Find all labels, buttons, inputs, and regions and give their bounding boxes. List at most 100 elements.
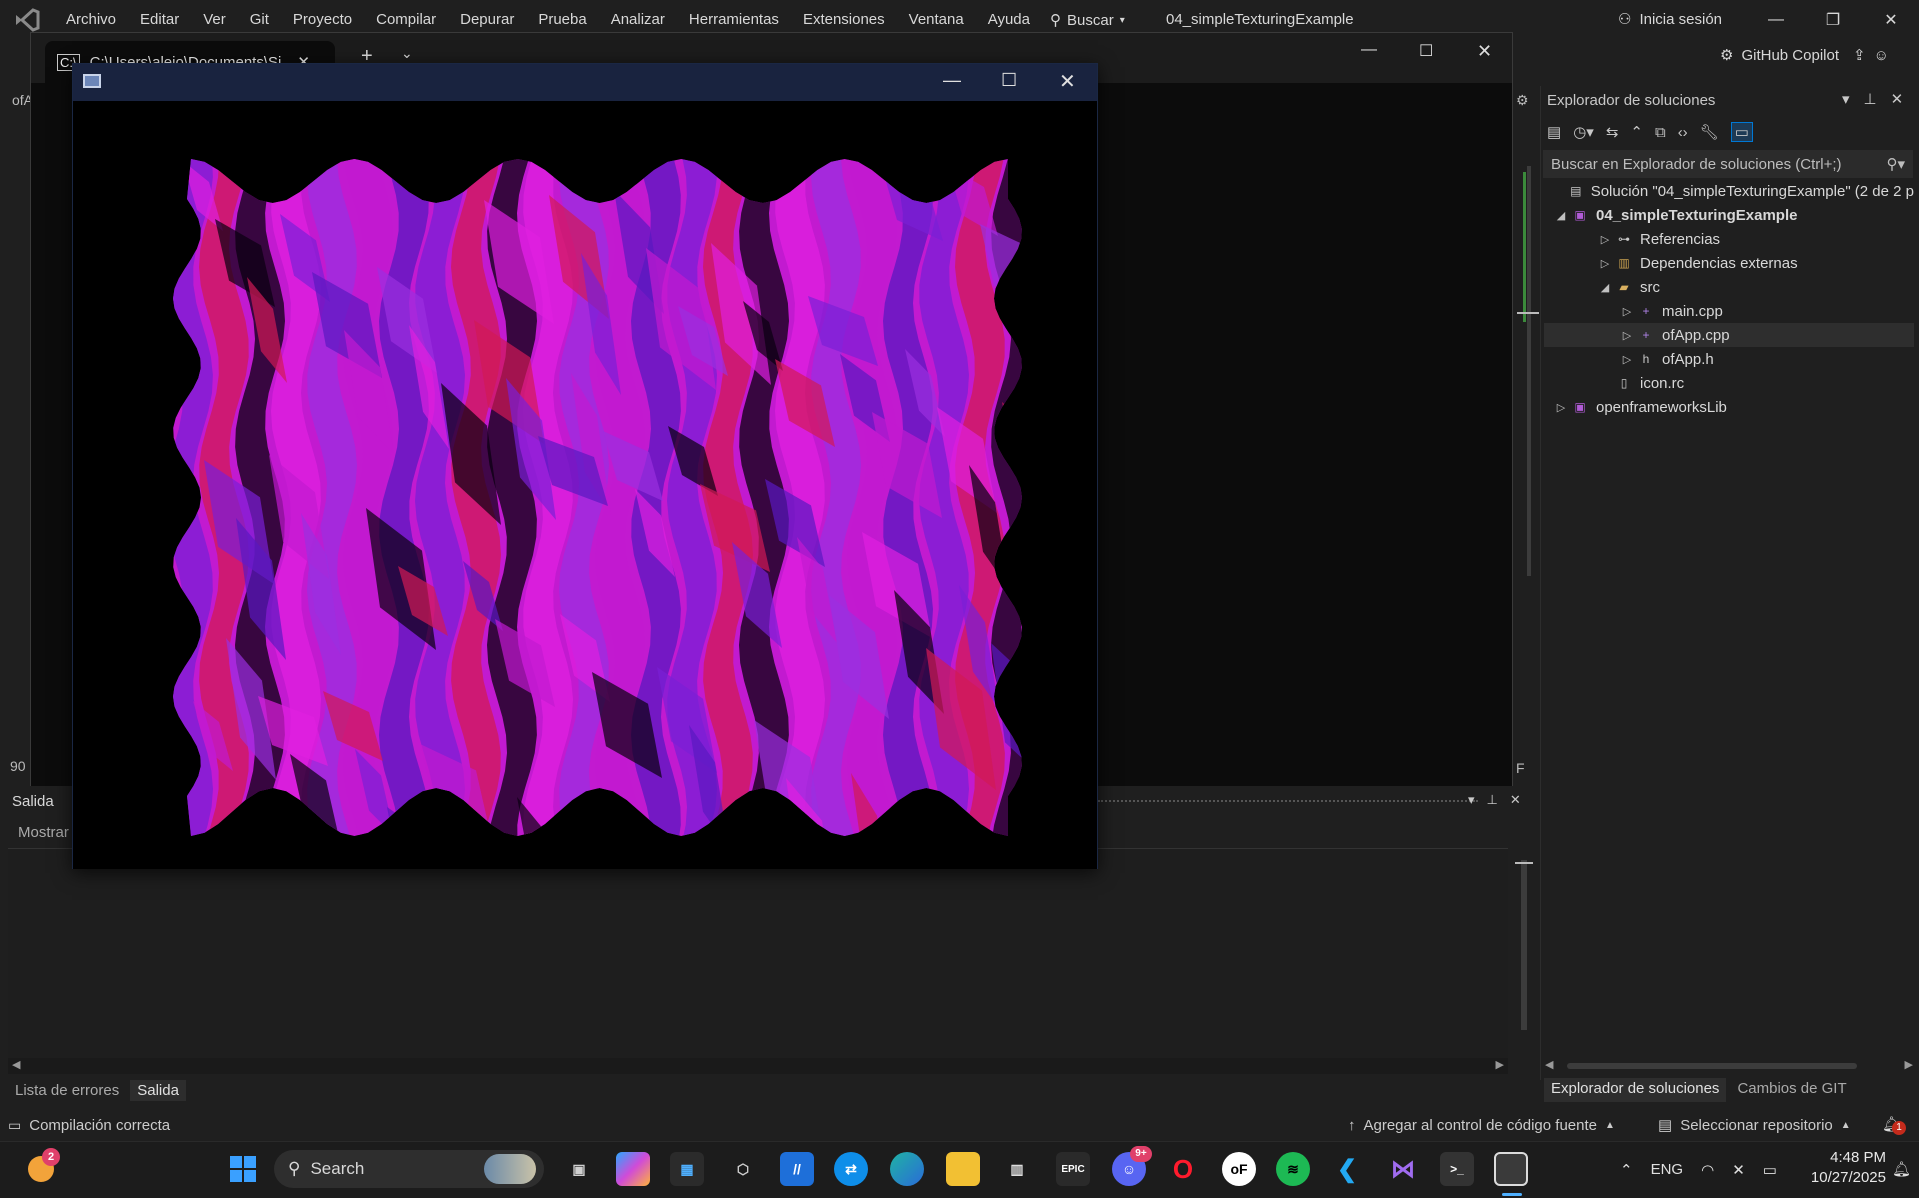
close-button[interactable]: ✕: [1863, 0, 1919, 40]
chevron-up-icon[interactable]: ⌃: [1620, 1161, 1633, 1179]
visual-studio-icon[interactable]: ⋈: [1386, 1152, 1420, 1186]
terminal-app-icon[interactable]: >_: [1440, 1152, 1474, 1186]
chevron-down-icon[interactable]: ▾: [1468, 792, 1475, 808]
language-indicator[interactable]: ENG: [1651, 1161, 1684, 1178]
tab-error-list[interactable]: Lista de errores: [8, 1080, 126, 1101]
chevron-down-icon[interactable]: ▾: [1842, 90, 1850, 108]
expand-caret-icon[interactable]: ◢: [1596, 281, 1614, 294]
solution-explorer-search[interactable]: Buscar en Explorador de soluciones (Ctrl…: [1543, 150, 1913, 178]
openframeworks-icon[interactable]: oF: [1222, 1152, 1256, 1186]
properties-wrench-icon[interactable]: 🔧︎: [1700, 123, 1719, 141]
add-source-control-button[interactable]: ↑ Agregar al control de código fuente ▲: [1348, 1111, 1615, 1139]
microsoft-store-icon[interactable]: ▦: [670, 1152, 704, 1186]
expand-caret-icon[interactable]: ◢: [1552, 209, 1570, 222]
panel-grip[interactable]: [1098, 800, 1478, 802]
volume-muted-icon[interactable]: ✕: [1732, 1161, 1745, 1179]
teamviewer-icon[interactable]: ⇄: [834, 1152, 868, 1186]
azure-data-icon[interactable]: //: [780, 1152, 814, 1186]
chevron-up-icon: ▲: [1605, 1119, 1615, 1131]
opera-browser-icon[interactable]: O: [1166, 1152, 1200, 1186]
wifi-icon[interactable]: ◠: [1701, 1161, 1714, 1179]
windows-start-icon[interactable]: [226, 1152, 260, 1186]
tree-item[interactable]: ▷ + ofApp.cpp: [1544, 323, 1914, 347]
sync-icon[interactable]: ⇆: [1606, 123, 1619, 141]
notification-center-icon[interactable]: 🔔︎: [1892, 1160, 1911, 1178]
tree-item[interactable]: ◢ ▣ 04_simpleTexturingExample: [1544, 203, 1914, 227]
copilot-button[interactable]: ⚙ GitHub Copilot ⇪ ☺: [1720, 46, 1889, 65]
output-hscrollbar[interactable]: ◀ ▶: [8, 1058, 1508, 1074]
signin-button[interactable]: ⚇ Inicia sesión: [1618, 0, 1722, 40]
tab-menu-button[interactable]: ⌄: [401, 45, 413, 62]
expand-caret-icon[interactable]: ▷: [1618, 305, 1636, 318]
minimize-button[interactable]: —: [1748, 0, 1804, 40]
terminal-maximize-button[interactable]: ☐: [1419, 41, 1433, 61]
gear-icon[interactable]: ⚙: [1516, 92, 1529, 109]
app-maximize-button[interactable]: ☐: [1001, 70, 1017, 91]
search-input[interactable]: Buscar en Explorador de soluciones (Ctrl…: [1551, 156, 1842, 173]
solution-explorer-hscrollbar[interactable]: ◀ ▶: [1545, 1058, 1913, 1074]
expand-caret-icon[interactable]: ▷: [1552, 401, 1570, 414]
game-app-icon[interactable]: ▥: [1000, 1152, 1034, 1186]
tree-item[interactable]: ▷ ▣ openframeworksLib: [1544, 395, 1914, 419]
terminal-minimize-button[interactable]: —: [1361, 41, 1377, 59]
collapse-all-icon[interactable]: ⌃: [1630, 123, 1643, 141]
tab-output[interactable]: Salida: [130, 1079, 186, 1101]
app-window-icon: [83, 74, 101, 88]
search-button[interactable]: ⚲ Buscar ▾: [1050, 8, 1125, 32]
tree-item[interactable]: ▤ Solución "04_simpleTexturingExample" (2…: [1544, 179, 1914, 203]
app-close-button[interactable]: ✕: [1059, 69, 1076, 94]
expand-caret-icon[interactable]: ▷: [1596, 257, 1614, 270]
app-minimize-button[interactable]: —: [943, 70, 961, 91]
preview-icon[interactable]: ▭: [1730, 122, 1753, 142]
expand-caret-icon[interactable]: ▷: [1618, 329, 1636, 342]
tree-item[interactable]: ▷ ⊶ Referencias: [1544, 227, 1914, 251]
tree-item[interactable]: ▯ icon.rc: [1544, 371, 1914, 395]
pin-icon[interactable]: ⊥: [1864, 90, 1877, 108]
widgets-weather-icon[interactable]: 2: [24, 1148, 60, 1186]
switch-views-icon[interactable]: ▤: [1547, 123, 1561, 141]
task-view-icon[interactable]: ▣: [562, 1152, 596, 1186]
app-render-canvas[interactable]: [73, 101, 1097, 869]
output-scrollbar[interactable]: [1514, 848, 1534, 1058]
close-icon[interactable]: ✕: [1891, 90, 1904, 108]
editor-margin: [8, 82, 30, 782]
edge-browser-icon[interactable]: [890, 1152, 924, 1186]
output-text-area[interactable]: [8, 848, 1508, 1058]
file-explorer-icon[interactable]: [946, 1152, 980, 1186]
tab-solution-explorer[interactable]: Explorador de soluciones: [1544, 1078, 1727, 1102]
terminal-close-button[interactable]: ✕: [1477, 41, 1492, 62]
view-code-icon[interactable]: ‹›: [1678, 124, 1688, 141]
share-icon[interactable]: ⇪: [1853, 46, 1866, 64]
restore-button[interactable]: ❐: [1805, 0, 1861, 40]
tree-item[interactable]: ◢ ▰ src: [1544, 275, 1914, 299]
search-highlight-image: [484, 1154, 536, 1184]
build-status[interactable]: ▭ Compilación correcta: [8, 1111, 170, 1139]
editor-scrollbar[interactable]: [1513, 82, 1543, 782]
pin-icon[interactable]: ⊥: [1487, 792, 1498, 808]
clock[interactable]: 4:48 PM 10/27/2025: [1810, 1148, 1886, 1188]
copilot-app-icon[interactable]: [616, 1152, 650, 1186]
spotify-icon[interactable]: ≋: [1276, 1152, 1310, 1186]
discord-icon[interactable]: ☺ 9+: [1112, 1146, 1152, 1186]
search-icon[interactable]: ⚲▾: [1886, 155, 1905, 173]
notifications-bell-icon[interactable]: 🔔︎ 1: [1882, 1115, 1906, 1135]
repo-label: Seleccionar repositorio: [1680, 1116, 1833, 1134]
epic-games-icon[interactable]: EPIC: [1056, 1152, 1090, 1186]
battery-icon[interactable]: ▭: [1763, 1161, 1777, 1179]
show-all-files-icon[interactable]: ⧉: [1655, 124, 1666, 141]
expand-caret-icon[interactable]: ▷: [1618, 353, 1636, 366]
tree-item[interactable]: ▷ + main.cpp: [1544, 299, 1914, 323]
tab-git-changes[interactable]: Cambios de GIT: [1730, 1078, 1853, 1102]
history-icon[interactable]: ◷▾: [1573, 123, 1594, 141]
close-icon[interactable]: ✕: [1510, 792, 1521, 808]
vscode-icon[interactable]: ❮: [1330, 1152, 1364, 1186]
expand-caret-icon[interactable]: ▷: [1596, 233, 1614, 246]
running-app-icon[interactable]: [1494, 1152, 1528, 1186]
select-repository-button[interactable]: ▤ Seleccionar repositorio ▲: [1658, 1111, 1851, 1139]
unity-hub-icon[interactable]: ⬡: [726, 1152, 760, 1186]
app-titlebar[interactable]: — ☐ ✕: [73, 64, 1097, 101]
tree-item[interactable]: ▷ h ofApp.h: [1544, 347, 1914, 371]
tree-item[interactable]: ▷ ▥ Dependencias externas: [1544, 251, 1914, 275]
feedback-icon[interactable]: ☺: [1874, 47, 1889, 64]
taskbar-search[interactable]: ⚲ Search: [274, 1150, 544, 1188]
